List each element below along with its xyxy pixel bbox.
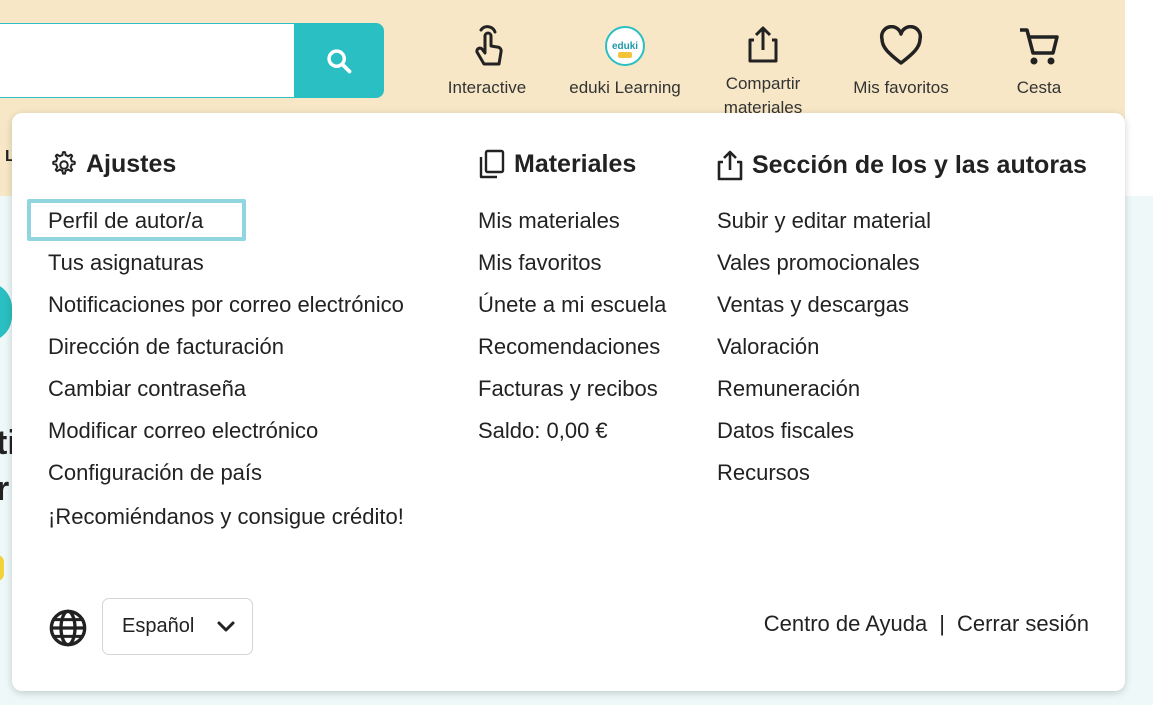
share-upload-icon — [748, 26, 778, 63]
menu-item-join-school[interactable]: Únete a mi escuela — [478, 291, 666, 319]
menu-item-my-materials[interactable]: Mis materiales — [478, 207, 620, 235]
nav-cart-label: Cesta — [1016, 78, 1062, 97]
ajustes-heading: Ajustes — [48, 149, 176, 179]
language-select[interactable]: Español — [102, 598, 253, 655]
nav-share-materials[interactable]: Compartir materiales — [698, 20, 828, 120]
chevron-down-icon — [217, 621, 235, 631]
help-center-link[interactable]: Centro de Ayuda — [764, 611, 928, 637]
cart-icon — [1020, 28, 1059, 65]
menu-item-recommend-credit[interactable]: ¡Recomiéndanos y consigue crédito! — [48, 503, 404, 531]
nav-eduki-learning-label: eduki Learning — [569, 78, 681, 97]
nav-interactive-label: Interactive — [447, 78, 527, 97]
menu-item-billing-address[interactable]: Dirección de facturación — [48, 333, 284, 361]
menu-item-recommendations[interactable]: Recomendaciones — [478, 333, 660, 361]
footer-separator: | — [939, 611, 945, 636]
nav-cart[interactable]: Cesta — [974, 20, 1104, 120]
nav-eduki-learning[interactable]: eduki eduki Learning — [560, 20, 690, 120]
menu-item-balance[interactable]: Saldo: 0,00 € — [478, 417, 608, 445]
heart-icon — [879, 25, 923, 65]
menu-item-rating[interactable]: Valoración — [717, 333, 819, 361]
menu-item-sales-downloads[interactable]: Ventas y descargas — [717, 291, 909, 319]
menu-item-author-profile[interactable]: Perfil de autor/a — [48, 207, 203, 235]
ajustes-title: Ajustes — [86, 149, 177, 178]
nav-favorites-label: Mis favoritos — [853, 78, 949, 97]
globe-icon — [49, 609, 87, 647]
menu-item-tax-data[interactable]: Datos fiscales — [717, 417, 854, 445]
menu-item-my-favorites[interactable]: Mis favoritos — [478, 249, 601, 277]
touch-hand-icon — [475, 25, 503, 66]
nav-favorites[interactable]: Mis favoritos — [836, 20, 966, 120]
menu-item-promo-vouchers[interactable]: Vales promocionales — [717, 249, 920, 277]
share-upload-icon — [717, 150, 743, 181]
search-icon — [327, 48, 352, 73]
language-value: Español — [122, 615, 195, 637]
autores-title: Sección de los y las autoras — [752, 150, 1087, 179]
search-button[interactable] — [294, 23, 384, 98]
search-input[interactable] — [0, 23, 296, 98]
menu-item-upload-material[interactable]: Subir y editar material — [717, 207, 931, 235]
menu-item-country-settings[interactable]: Configuración de país — [48, 459, 262, 487]
copy-documents-icon — [479, 149, 505, 179]
header-edge — [1125, 0, 1153, 196]
menu-item-email-notifications[interactable]: Notificaciones por correo electrónico — [48, 291, 404, 319]
nav-share-label-line1: Compartir — [725, 74, 801, 93]
nav-interactive[interactable]: Interactive — [422, 20, 552, 120]
logout-link[interactable]: Cerrar sesión — [957, 611, 1089, 637]
gear-icon — [52, 151, 76, 175]
menu-item-remuneration[interactable]: Remuneración — [717, 375, 860, 403]
menu-item-change-email[interactable]: Modificar correo electrónico — [48, 417, 318, 445]
background-text-fragment: r — [0, 470, 10, 508]
autores-heading: Sección de los y las autoras — [716, 149, 1087, 181]
menu-item-change-password[interactable]: Cambiar contraseña — [48, 375, 246, 403]
materiales-heading: Materiales — [478, 149, 636, 179]
account-menu-panel: Ajustes Perfil de autor/a Tus asignatura… — [12, 113, 1125, 691]
eduki-logo-text: eduki — [611, 40, 639, 52]
menu-item-invoices[interactable]: Facturas y recibos — [478, 375, 658, 403]
materiales-title: Materiales — [514, 149, 637, 178]
menu-item-resources[interactable]: Recursos — [717, 459, 810, 487]
eduki-logo-icon: eduki — [605, 26, 645, 66]
menu-item-subjects[interactable]: Tus asignaturas — [48, 249, 204, 277]
footer-links: Centro de Ayuda | Cerrar sesión — [764, 611, 1089, 637]
